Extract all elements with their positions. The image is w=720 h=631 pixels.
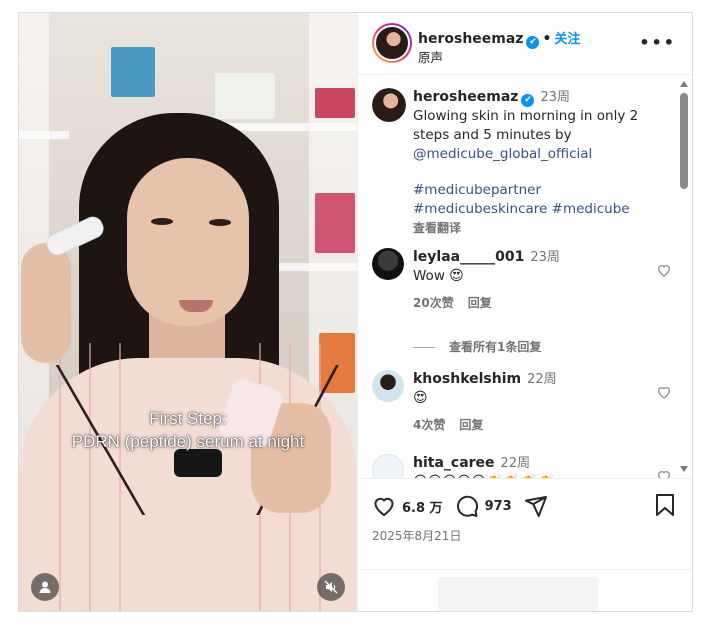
scroll-down-arrow-icon[interactable] xyxy=(680,466,688,472)
divider xyxy=(358,569,692,570)
action-row: 6.8 万 973 xyxy=(372,493,548,519)
tagged-user-button[interactable] xyxy=(31,573,59,601)
commenter-avatar[interactable] xyxy=(372,454,404,478)
scrollbar-thumb[interactable] xyxy=(680,93,688,189)
mute-toggle-button[interactable] xyxy=(317,573,345,601)
comment-text: Wow xyxy=(413,268,445,284)
original-audio-link[interactable]: 原声 xyxy=(418,47,443,66)
like-count[interactable]: 6.8 万 xyxy=(402,497,443,516)
post-dialog: First Step: PDRN (peptide) serum at nigh… xyxy=(18,12,693,612)
person-eye xyxy=(209,219,231,226)
comment-body: leylaa_____001 23周 Wow 😍 20次赞 回复 xyxy=(413,248,643,313)
commenter-username[interactable]: leylaa_____001 xyxy=(413,249,524,265)
post-side-panel: herosheemaz ✔ • 关注 原声 ••• herosheemaz ✔ 23周 G… xyxy=(357,13,692,611)
comment-time[interactable]: 22周 xyxy=(527,372,557,387)
comment-like-count[interactable]: 20次赞 xyxy=(413,296,454,310)
mention-link[interactable]: @medicube_global_official xyxy=(413,145,663,164)
caption-line: steps and 5 minutes by xyxy=(413,127,572,143)
commenter-avatar[interactable] xyxy=(372,370,404,402)
decor-item xyxy=(215,73,275,119)
person-hand xyxy=(21,243,71,363)
author-header-line: herosheemaz ✔ • 关注 xyxy=(418,28,580,49)
view-replies-button[interactable]: 查看所有1条回复 xyxy=(413,338,541,355)
scroll-up-arrow-icon[interactable] xyxy=(680,81,688,87)
decor-item xyxy=(315,88,355,118)
heart-icon[interactable] xyxy=(372,494,396,518)
verified-badge-icon: ✔ xyxy=(526,36,540,49)
decor-item xyxy=(111,47,155,97)
reply-button[interactable]: 回复 xyxy=(459,418,483,432)
verified-badge-icon: ✔ xyxy=(521,94,535,107)
comment-emoji: 😍 xyxy=(449,268,464,284)
comment-like-heart-icon[interactable] xyxy=(656,384,672,400)
comments-scroll-area[interactable]: herosheemaz ✔ 23周 Glowing skin in morning … xyxy=(358,76,692,478)
comment-input-area[interactable] xyxy=(438,577,598,611)
commenter-username[interactable]: hita_caree xyxy=(413,455,495,471)
hashtag-link[interactable]: #medicubeskincare xyxy=(413,201,547,217)
lapel-mic xyxy=(174,449,222,477)
commenter-avatar[interactable] xyxy=(372,248,404,280)
view-replies-label: 查看所有1条回复 xyxy=(449,340,542,354)
comment-icon[interactable] xyxy=(455,494,479,518)
video-caption-line: PDRN (peptide) serum at night xyxy=(71,432,305,451)
send-icon[interactable] xyxy=(524,494,548,518)
reply-line xyxy=(413,347,435,348)
hashtag-link[interactable]: #medicube xyxy=(552,201,630,217)
shelf xyxy=(19,131,69,139)
bookmark-icon[interactable] xyxy=(654,493,676,517)
more-options-icon[interactable]: ••• xyxy=(639,33,676,52)
comment-count[interactable]: 973 xyxy=(485,499,512,514)
post-date[interactable]: 2025年8月21日 xyxy=(372,527,461,544)
reply-button[interactable]: 回复 xyxy=(468,296,492,310)
post-actions: 6.8 万 973 2025年8月21日 xyxy=(358,478,692,611)
comment-emoji: 😍 xyxy=(413,390,428,406)
hashtag-link[interactable]: #medicubepartner xyxy=(413,181,663,200)
decor-item xyxy=(315,193,355,253)
follow-button[interactable]: 关注 xyxy=(554,32,580,47)
caption-line: Glowing skin in morning in only 2 xyxy=(413,108,639,124)
comment-like-count[interactable]: 4次赞 xyxy=(413,418,445,432)
caption-time[interactable]: 23周 xyxy=(540,90,570,105)
author-avatar[interactable] xyxy=(372,23,412,63)
see-translation-button[interactable]: 查看翻译 xyxy=(413,219,663,238)
author-username[interactable]: herosheemaz xyxy=(418,31,523,47)
comment-body: hita_caree22周 😍😍😍😍😍👏👏👏👏 xyxy=(413,454,643,478)
muted-speaker-icon xyxy=(324,580,338,594)
video-caption-line: First Step: xyxy=(149,409,227,428)
comment-time[interactable]: 22周 xyxy=(501,456,531,471)
comment-body: khoshkelshim 22周 😍 4次赞 回复 xyxy=(413,370,643,435)
video-player[interactable]: First Step: PDRN (peptide) serum at nigh… xyxy=(19,13,357,611)
comment-like-heart-icon[interactable] xyxy=(656,262,672,278)
comment-like-heart-icon[interactable] xyxy=(656,468,672,478)
caption-text: herosheemaz ✔ 23周 Glowing skin in morning … xyxy=(413,88,663,238)
commenter-username[interactable]: khoshkelshim xyxy=(413,371,521,387)
user-icon xyxy=(39,581,51,593)
pajama-stripe xyxy=(59,343,61,611)
caption-username[interactable]: herosheemaz xyxy=(413,89,518,105)
comment-time[interactable]: 23周 xyxy=(530,250,560,265)
separator-dot: • xyxy=(542,31,552,47)
post-header: herosheemaz ✔ • 关注 原声 ••• xyxy=(358,13,692,75)
author-avatar[interactable] xyxy=(372,88,406,122)
person-eye xyxy=(151,218,173,225)
